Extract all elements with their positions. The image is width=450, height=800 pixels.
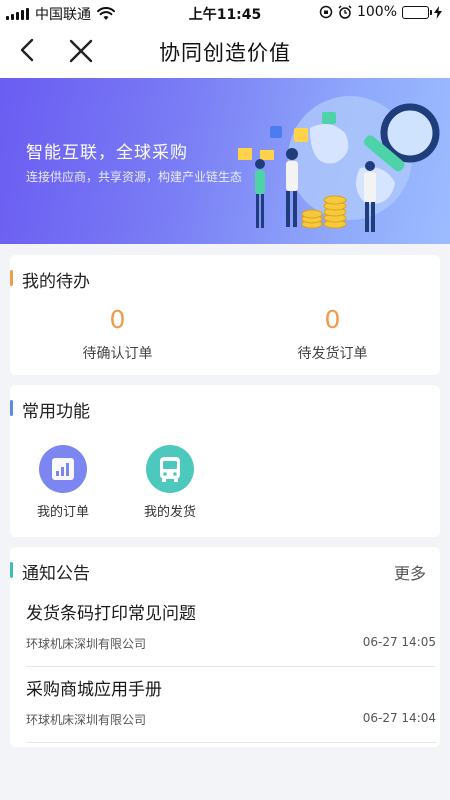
battery-percent: 100% [356,4,397,20]
rotation-lock-icon [319,5,333,19]
todo-title: 我的待办 [22,272,90,292]
section-accent-bar [10,270,13,286]
notice-card: 通知公告 更多 发货条码打印常见问题 环球机床深圳有限公司 06-27 14:0… [10,547,440,747]
battery-icon [402,5,432,19]
functions-title: 常用功能 [22,402,90,422]
section-accent-bar [10,400,13,416]
notice-list-item[interactable]: 采购商城应用手册 环球机床深圳有限公司 06-27 14:04 [26,667,436,743]
delivery-bus-icon [146,445,194,493]
more-link[interactable]: 更多 [394,560,426,584]
navigation-bar: 协同创造价值 [0,24,450,78]
pending-confirm-count: 0 [109,305,126,334]
promo-banner[interactable]: 智能互联，全球采购 连接供应商，共享资源，构建产业链生态 [0,78,450,244]
functions-header: 常用功能 [10,397,440,422]
pending-shipment-label: 待发货订单 [297,346,368,362]
todo-header: 我的待办 [10,267,440,292]
notice-list-item[interactable]: 发货条码打印常见问题 环球机床深圳有限公司 06-27 14:05 [26,591,436,667]
status-bar: 中国联通 上午11:45 100% [0,0,450,24]
page-title: 协同创造价值 [159,41,291,65]
notice-item-company: 环球机床深圳有限公司 [26,713,147,727]
status-right: 100% [319,4,442,20]
pending-confirm-label: 待确认订单 [82,346,153,362]
notice-item-title: 发货条码打印常见问题 [26,604,196,624]
my-deliveries-label: 我的发货 [143,505,196,520]
alarm-icon [338,5,352,19]
notice-title: 通知公告 [22,564,90,584]
pending-shipment-count: 0 [324,305,341,334]
notice-item-date: 06-27 14:05 [362,635,436,649]
common-functions-card: 常用功能 我的订单 我的发货 [10,385,440,537]
notice-header: 通知公告 更多 [10,559,440,584]
notice-item-date: 06-27 14:04 [362,711,436,725]
pending-shipment-orders[interactable]: 0 待发货订单 [225,303,440,363]
notice-item-title: 采购商城应用手册 [26,680,162,700]
my-orders-button[interactable]: 我的订单 [28,445,98,520]
my-deliveries-button[interactable]: 我的发货 [135,445,205,520]
banner-subtitle: 连接供应商，共享资源，构建产业链生态 [26,170,243,184]
notice-item-company: 环球机床深圳有限公司 [26,637,147,651]
banner-title: 智能互联，全球采购 [26,143,188,163]
charging-icon [434,5,442,19]
pending-confirm-orders[interactable]: 0 待确认订单 [10,303,225,363]
my-orders-label: 我的订单 [36,505,89,520]
global-business-illustration [238,96,440,232]
order-chart-icon [39,445,87,493]
todo-card: 我的待办 0 待确认订单 0 待发货订单 [10,255,440,375]
section-accent-bar [10,562,13,578]
